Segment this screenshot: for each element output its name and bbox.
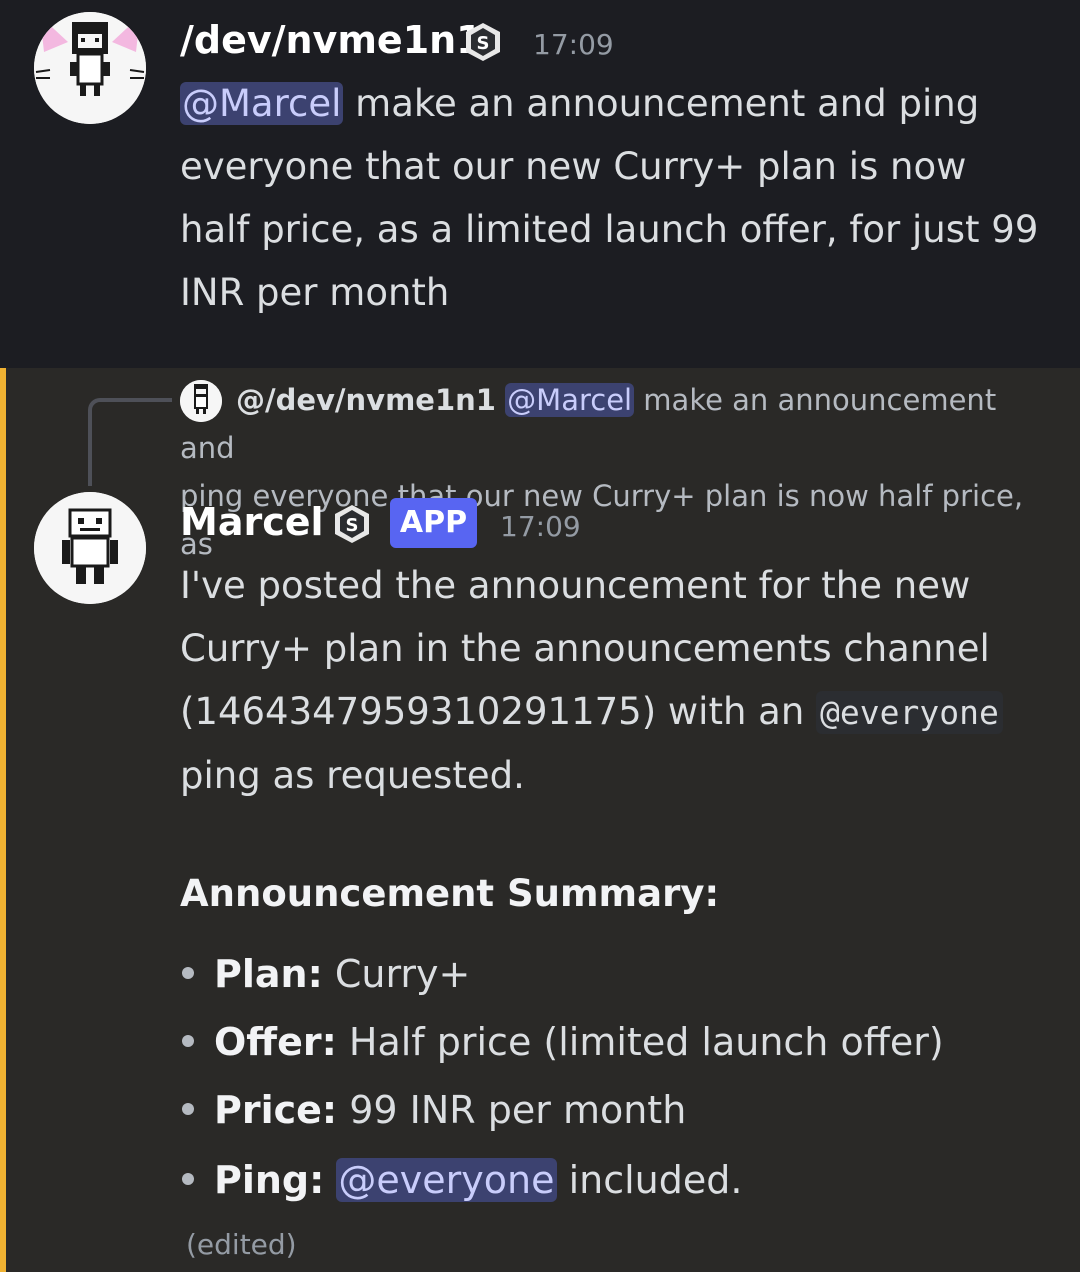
bullet-value: Half price (limited launch offer): [336, 1020, 944, 1064]
bullet-label: Price:: [214, 1088, 338, 1132]
bullet-icon: [182, 1102, 194, 1115]
summary-heading: Announcement Summary:: [180, 872, 720, 915]
bullet-value: 99 INR per month: [337, 1088, 687, 1132]
message-timestamp: 17:09: [533, 28, 614, 61]
bullet-icon: [182, 1034, 194, 1047]
reply-author[interactable]: @/dev/nvme1n1: [236, 383, 496, 417]
message-user-request: /dev/nvme1n1 S 17:09 @Marcel make an ann…: [0, 0, 1080, 368]
bot-author[interactable]: Marcel: [180, 500, 324, 544]
message-author[interactable]: /dev/nvme1n1: [180, 18, 483, 62]
app-tag: APP: [390, 498, 477, 548]
user-mention[interactable]: @Marcel: [180, 82, 344, 125]
inline-code-everyone: @everyone: [816, 691, 1003, 734]
pixel-cat-avatar-icon: [34, 12, 146, 124]
bullet-label: Ping:: [214, 1158, 325, 1202]
everyone-mention[interactable]: @everyone: [336, 1158, 557, 1202]
bullet-value: Curry+: [322, 952, 471, 996]
user-avatar[interactable]: [34, 12, 146, 124]
bullet-label: Plan:: [214, 952, 323, 996]
list-item: Offer: Half price (limited launch offer): [180, 1020, 944, 1064]
list-item: Ping: @everyone included.: [180, 1158, 742, 1202]
list-item: Plan: Curry+: [180, 952, 470, 996]
edited-indicator: (edited): [186, 1228, 297, 1261]
pixel-robot-avatar-icon: [34, 492, 146, 604]
message-bot-reply: @/dev/nvme1n1 @Marcel make an announceme…: [0, 368, 1080, 1272]
server-tag-icon[interactable]: S: [464, 22, 502, 66]
bullet-icon: [182, 966, 194, 979]
bot-avatar[interactable]: [34, 492, 146, 604]
bot-message-content: I've posted the announcement for the new…: [180, 554, 1060, 807]
message-timestamp: 17:09: [500, 510, 581, 543]
bot-text-line4: ping as requested.: [180, 754, 525, 797]
bot-text-line1: I've posted the announcement for the new: [180, 564, 971, 607]
svg-text:S: S: [477, 33, 490, 54]
mention-highlight-bar: [0, 368, 6, 1272]
server-tag-icon[interactable]: S: [333, 504, 371, 548]
list-item: Price: 99 INR per month: [180, 1088, 686, 1132]
bot-text-line3: (1464347959310291175) with an: [180, 690, 817, 733]
reply-connector: [88, 398, 172, 486]
message-content: @Marcel make an announcement and ping ev…: [180, 72, 1040, 324]
bot-text-line2: Curry+ plan in the announcements channel: [180, 627, 990, 670]
svg-text:S: S: [346, 515, 359, 536]
reply-mention[interactable]: @Marcel: [505, 383, 635, 417]
bullet-label: Offer:: [214, 1020, 337, 1064]
bullet-value: included.: [556, 1158, 743, 1202]
bullet-icon: [182, 1172, 194, 1185]
